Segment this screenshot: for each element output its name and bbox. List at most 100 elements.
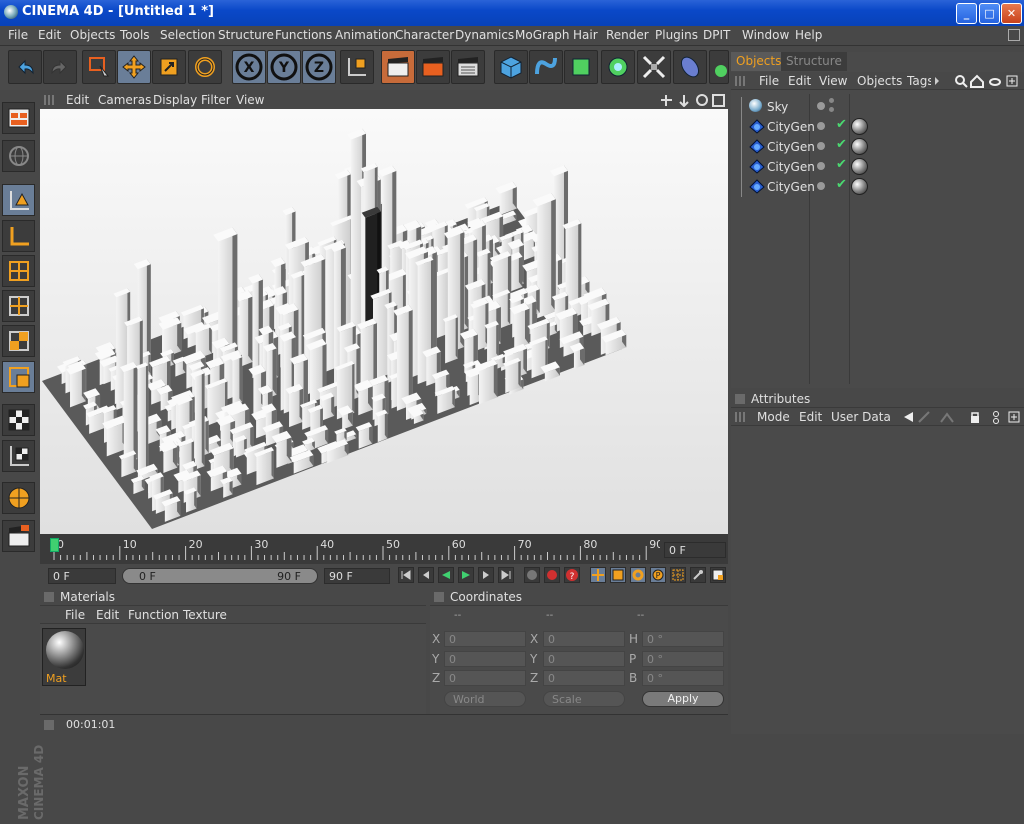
rot-p-field[interactable]: 0 ° bbox=[642, 651, 724, 667]
menu-objects[interactable]: Objects bbox=[70, 28, 115, 42]
object-mode-button[interactable] bbox=[2, 184, 35, 216]
viewport-nav-icons[interactable] bbox=[660, 94, 726, 107]
size-z-field[interactable]: 0 bbox=[543, 670, 625, 686]
minimize-button[interactable]: _ bbox=[956, 3, 977, 24]
objects-menu-file[interactable]: File bbox=[759, 74, 779, 88]
timeline[interactable]: 0 10 20 30 40 50 60 70 80 90 0 F bbox=[40, 534, 728, 564]
editor-visibility-dot[interactable] bbox=[817, 102, 825, 110]
start-frame-field[interactable]: 0 F bbox=[48, 568, 116, 584]
end-frame-field[interactable]: 90 F bbox=[324, 568, 390, 584]
texture-mode-button[interactable] bbox=[2, 220, 35, 252]
record-keys-button[interactable] bbox=[524, 567, 540, 583]
object-row-citygen[interactable]: CityGen ✔ bbox=[739, 137, 1019, 156]
scale-tool-button[interactable] bbox=[152, 50, 186, 84]
pos-x-field[interactable]: 0 bbox=[444, 631, 526, 647]
tab-objects[interactable]: Objects bbox=[731, 52, 787, 71]
panel-grip-icon[interactable] bbox=[44, 95, 54, 105]
goto-start-button[interactable] bbox=[398, 567, 414, 583]
pos-z-field[interactable]: 0 bbox=[444, 670, 526, 686]
maximize-button[interactable]: □ bbox=[979, 3, 1000, 24]
add-array-button[interactable] bbox=[601, 50, 635, 84]
polygons-mode-button[interactable] bbox=[2, 325, 35, 357]
add-scene-button[interactable] bbox=[673, 50, 707, 84]
attributes-menu-userdata[interactable]: User Data bbox=[831, 410, 891, 424]
objects-menu-objects[interactable]: Objects bbox=[857, 74, 902, 88]
close-button[interactable]: ✕ bbox=[1001, 3, 1022, 24]
key-timeline-button[interactable] bbox=[710, 567, 726, 583]
material-swatch[interactable]: Mat bbox=[42, 628, 86, 686]
model-mode-button[interactable] bbox=[2, 140, 35, 172]
layout-icon[interactable] bbox=[1008, 29, 1020, 41]
panel-grip-icon[interactable] bbox=[44, 592, 54, 602]
live-selection-button[interactable] bbox=[82, 50, 116, 84]
menu-plugins[interactable]: Plugins bbox=[655, 28, 698, 42]
texture-axis-button[interactable] bbox=[2, 404, 35, 436]
viewport-menu-view[interactable]: View bbox=[236, 93, 264, 107]
attributes-menu-edit[interactable]: Edit bbox=[799, 410, 822, 424]
materials-menu-texture[interactable]: Texture bbox=[183, 608, 227, 622]
playhead[interactable] bbox=[50, 538, 59, 552]
panel-grip-icon[interactable] bbox=[735, 76, 745, 86]
pos-y-field[interactable]: 0 bbox=[444, 651, 526, 667]
render-visibility-dot[interactable] bbox=[829, 98, 834, 103]
menu-selection[interactable]: Selection bbox=[160, 28, 215, 42]
size-mode-dropdown[interactable]: Scale bbox=[543, 691, 625, 707]
objects-menu-edit[interactable]: Edit bbox=[788, 74, 811, 88]
menu-functions[interactable]: Functions bbox=[275, 28, 332, 42]
animation-mode-button[interactable] bbox=[2, 361, 35, 393]
coord-mode-dropdown[interactable]: World bbox=[444, 691, 526, 707]
materials-menu-function[interactable]: Function bbox=[128, 608, 179, 622]
menu-mograph[interactable]: MoGraph bbox=[515, 28, 570, 42]
object-row-citygen[interactable]: CityGen ✔ bbox=[739, 157, 1019, 176]
key-options-button[interactable] bbox=[690, 567, 706, 583]
key-param-button[interactable]: P bbox=[650, 567, 666, 583]
coordinate-system-button[interactable] bbox=[340, 50, 374, 84]
objects-menu-view[interactable]: View bbox=[819, 74, 847, 88]
attributes-menu-mode[interactable]: Mode bbox=[757, 410, 790, 424]
rot-b-field[interactable]: 0 ° bbox=[642, 670, 724, 686]
add-cube-button[interactable] bbox=[494, 50, 528, 84]
editor-visibility-dot[interactable] bbox=[817, 162, 825, 170]
apply-button[interactable]: Apply bbox=[642, 691, 724, 707]
material-tag-icon[interactable] bbox=[851, 158, 868, 175]
keyframe-selection-button[interactable]: ? bbox=[564, 567, 580, 583]
rotate-tool-button[interactable] bbox=[188, 50, 222, 84]
size-x-field[interactable]: 0 bbox=[543, 631, 625, 647]
viewport-menu-filter[interactable]: Filter bbox=[201, 93, 231, 107]
prev-key-button[interactable] bbox=[418, 567, 434, 583]
editor-visibility-dot[interactable] bbox=[817, 122, 825, 130]
menu-dpit[interactable]: DPIT bbox=[703, 28, 730, 42]
add-spline-button[interactable] bbox=[529, 50, 563, 84]
undo-button[interactable] bbox=[8, 50, 42, 84]
key-rotation-button[interactable] bbox=[630, 567, 646, 583]
viewport-menu-display[interactable]: Display bbox=[153, 93, 197, 107]
objects-menu-tags[interactable]: Tags bbox=[907, 74, 931, 88]
object-row-sky[interactable]: Sky bbox=[739, 97, 1019, 197]
tweak-mode-button[interactable] bbox=[2, 482, 35, 514]
y-axis-lock-button[interactable]: Y bbox=[267, 50, 301, 84]
menu-help[interactable]: Help bbox=[795, 28, 822, 42]
timeline-ruler[interactable]: 0 10 20 30 40 50 60 70 80 90 bbox=[40, 534, 660, 564]
add-deformer-button[interactable] bbox=[637, 50, 671, 84]
enabled-check-icon[interactable]: ✔ bbox=[836, 157, 847, 172]
menu-character[interactable]: Character bbox=[395, 28, 454, 42]
menu-render[interactable]: Render bbox=[606, 28, 649, 42]
object-row-citygen[interactable]: CityGen ✔ bbox=[739, 177, 1019, 196]
next-key-button[interactable] bbox=[478, 567, 494, 583]
materials-menu-edit[interactable]: Edit bbox=[96, 608, 119, 622]
panel-grip-icon[interactable] bbox=[735, 394, 745, 404]
menu-edit[interactable]: Edit bbox=[38, 28, 61, 42]
render-view-button[interactable] bbox=[381, 50, 415, 84]
material-tag-icon[interactable] bbox=[851, 118, 868, 135]
panel-grip-icon[interactable] bbox=[434, 592, 444, 602]
add-light-button[interactable] bbox=[709, 50, 729, 84]
goto-end-button[interactable] bbox=[498, 567, 514, 583]
points-mode-button[interactable] bbox=[2, 255, 35, 287]
workplane-button[interactable] bbox=[2, 440, 35, 472]
enabled-check-icon[interactable]: ✔ bbox=[836, 117, 847, 132]
play-backward-button[interactable] bbox=[438, 567, 454, 583]
enabled-check-icon[interactable]: ✔ bbox=[836, 137, 847, 152]
size-y-field[interactable]: 0 bbox=[543, 651, 625, 667]
menu-hair[interactable]: Hair bbox=[573, 28, 598, 42]
enabled-check-icon[interactable]: ✔ bbox=[836, 177, 847, 192]
